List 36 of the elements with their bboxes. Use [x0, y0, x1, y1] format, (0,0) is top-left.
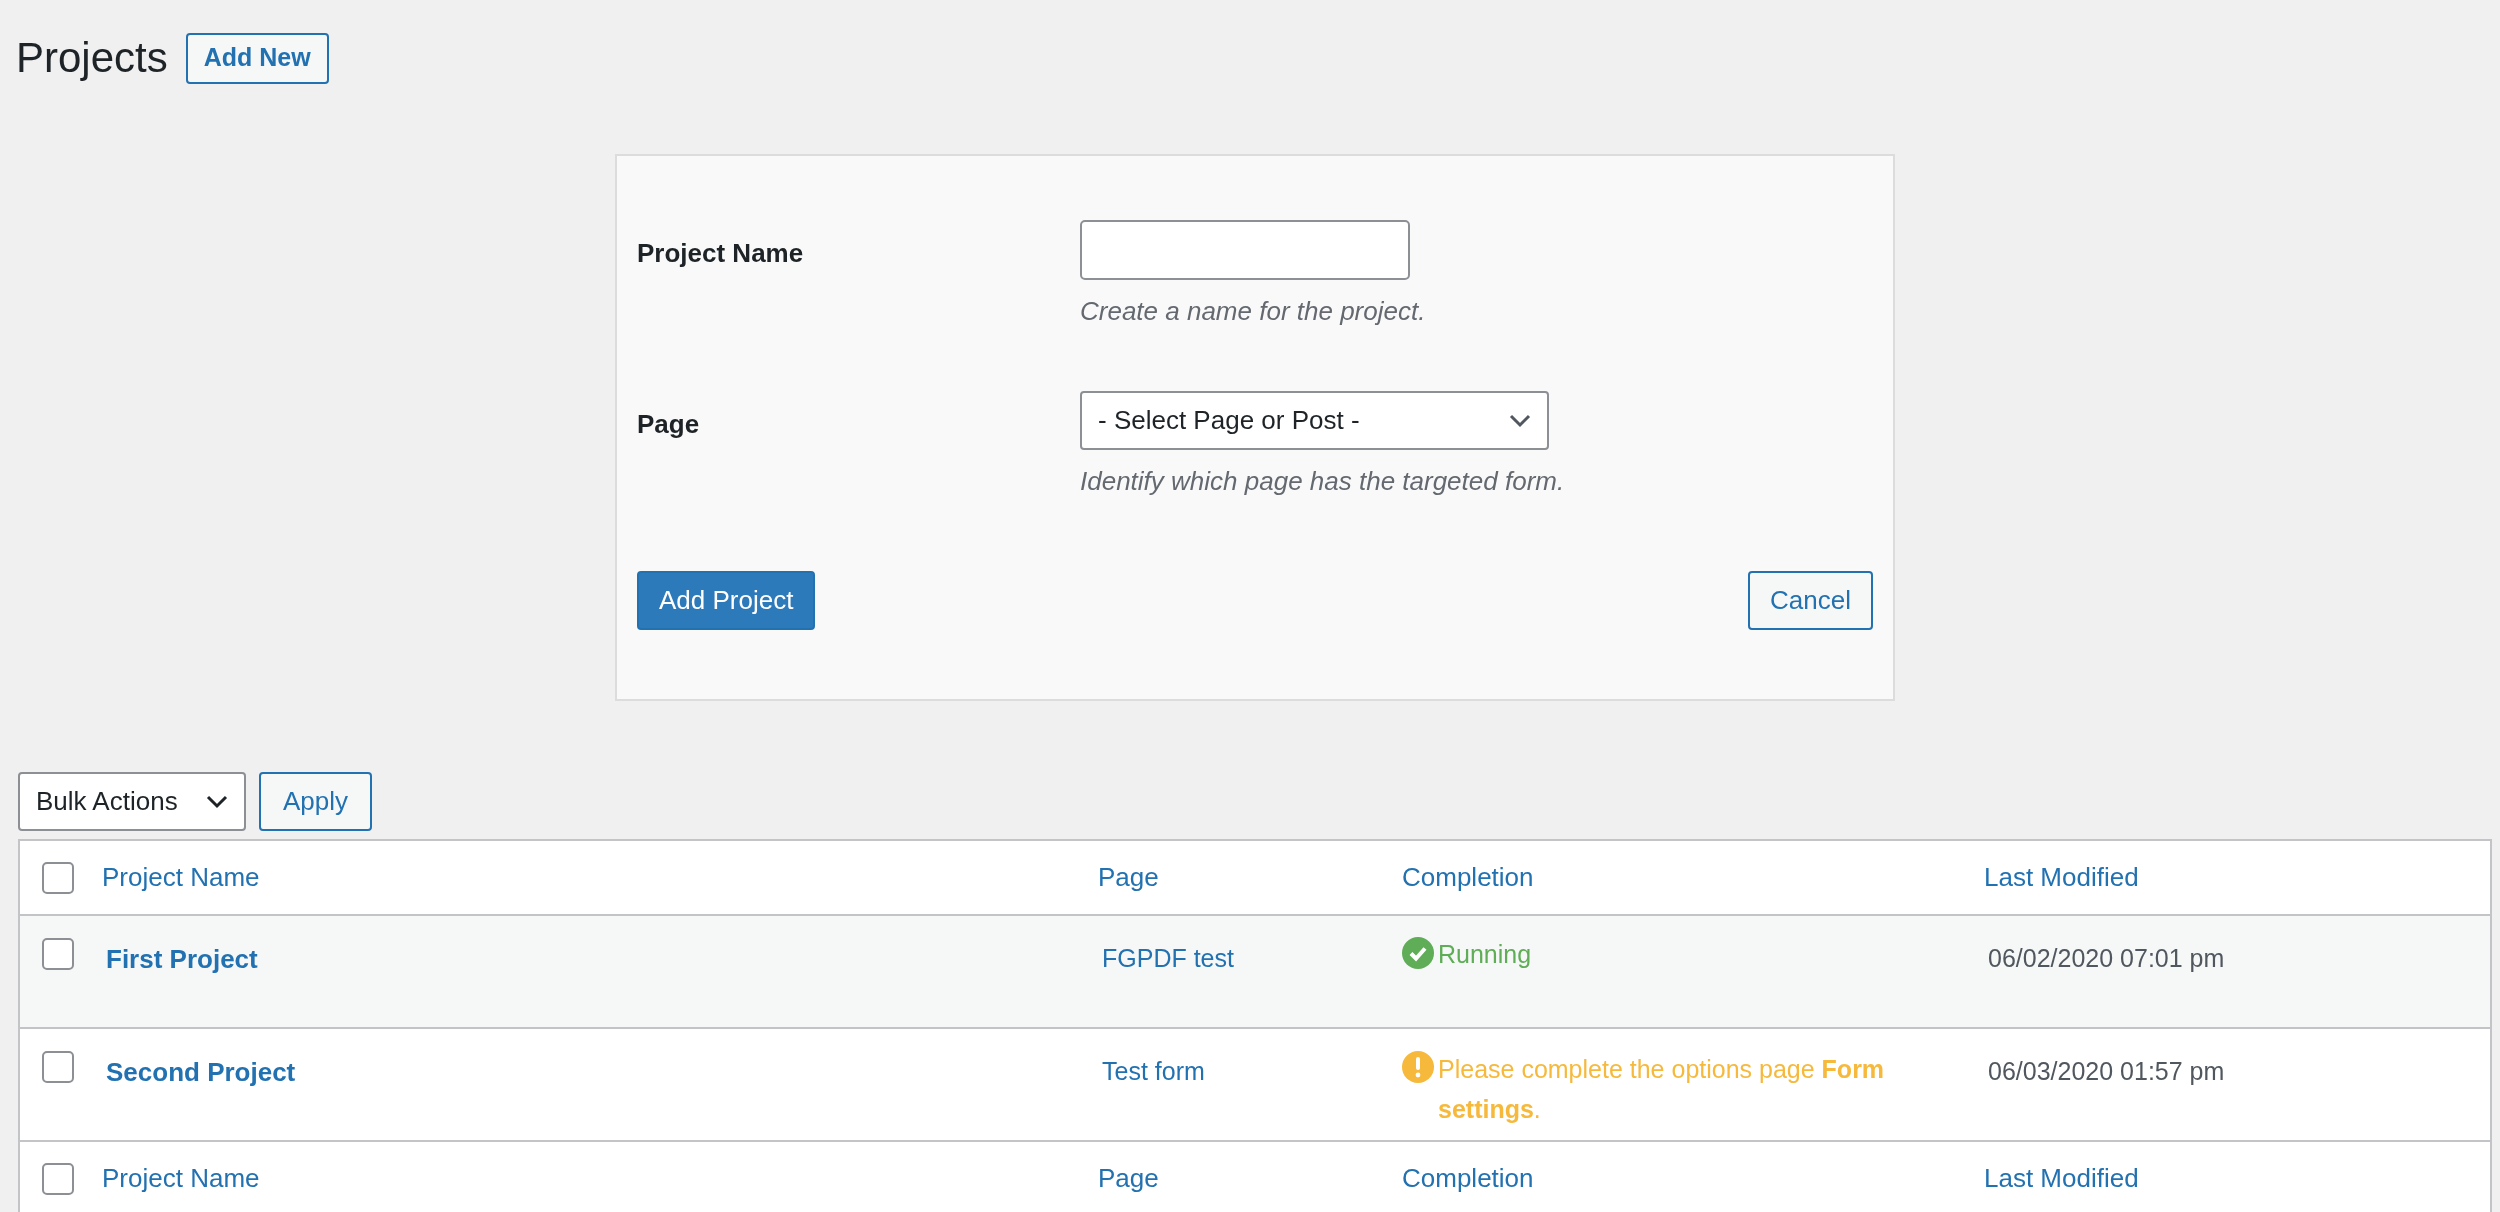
column-header-link[interactable]: Last Modified [1984, 862, 2139, 892]
add-project-button[interactable]: Add Project [637, 571, 816, 630]
column-header-link[interactable]: Completion [1402, 862, 1534, 892]
page-select[interactable]: - Select Page or Post - [1080, 391, 1549, 450]
target-page-link[interactable]: Test form [1102, 1057, 1205, 1085]
chevron-down-icon [206, 794, 228, 809]
check-circle-icon [1402, 937, 1434, 969]
target-page-link[interactable]: FGPDF test [1102, 944, 1234, 972]
column-header-link[interactable]: Project Name [102, 862, 260, 892]
field-label: Project Name [637, 238, 804, 268]
checkbox[interactable] [42, 1051, 74, 1083]
column-header-link[interactable]: Completion [1402, 1163, 1534, 1193]
project-name-link[interactable]: First Project [106, 944, 258, 974]
page-title: Projects [16, 33, 168, 83]
checkbox[interactable] [42, 938, 74, 970]
help-text: Identify which page has the targeted form. [1080, 465, 1565, 498]
field-label: Page [637, 409, 700, 439]
column-header-link[interactable]: Project Name [102, 1163, 260, 1193]
project-name-link[interactable]: Second Project [106, 1057, 296, 1087]
modified-date: 06/02/2020 07:01 pm [1988, 944, 2225, 972]
apply-button[interactable]: Apply [259, 772, 372, 831]
project-name-input[interactable] [1080, 220, 1410, 280]
checkbox[interactable] [42, 861, 74, 894]
modified-date: 06/03/2020 01:57 pm [1988, 1057, 2225, 1085]
chevron-down-icon [1509, 413, 1531, 428]
help-text: Create a name for the project. [1080, 295, 1426, 328]
status-message: Please complete the options page Form settings. [1438, 1054, 1886, 1125]
checkbox[interactable] [42, 1162, 74, 1195]
exclamation-circle-icon [1402, 1051, 1434, 1083]
bulk-actions-select[interactable]: Bulk Actions [18, 772, 246, 831]
column-header-link[interactable]: Page [1098, 862, 1159, 892]
cancel-button[interactable]: Cancel [1748, 571, 1873, 630]
status-text: Running [1438, 939, 1532, 970]
column-header-link[interactable]: Last Modified [1984, 1163, 2139, 1193]
column-header-link[interactable]: Page [1098, 1163, 1159, 1193]
add-new-button[interactable]: Add New [185, 32, 329, 84]
